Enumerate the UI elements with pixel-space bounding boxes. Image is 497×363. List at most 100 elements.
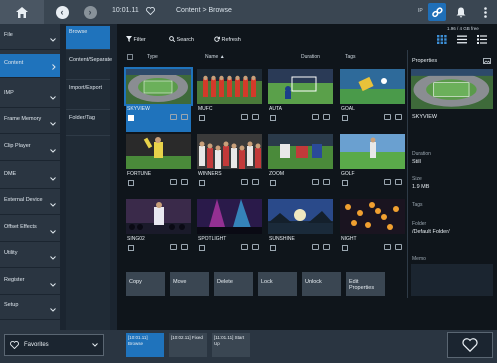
content-tile[interactable]: FORTUNE [126, 134, 191, 197]
search-button[interactable]: Search [169, 36, 194, 43]
tile-name: SKYVIEW [127, 106, 150, 112]
memo-field[interactable] [411, 264, 493, 296]
tile-thumbnail [268, 199, 333, 234]
favorites-dropdown[interactable]: Favorites [4, 334, 104, 356]
recent-page-item[interactable]: [10:02.11] Fixed [169, 333, 207, 357]
tile-checkbox[interactable] [342, 115, 348, 121]
column-type[interactable]: Type [147, 54, 158, 60]
content-tile[interactable]: SPOTLIGHT [197, 199, 262, 262]
duration-value: Still [412, 159, 421, 165]
nav-item-label: File [4, 32, 13, 38]
chevron-down-icon [50, 230, 56, 234]
column-name[interactable]: Name ▲ [205, 54, 225, 60]
detail-view-icon [477, 35, 487, 44]
nav-item-file[interactable]: File [0, 26, 60, 50]
properties-panel: Properties SKYVIEW Duration Still Size 1… [407, 50, 495, 298]
subnav-item[interactable]: Content/Separate [66, 54, 112, 80]
content-tile[interactable]: AUTA [268, 69, 333, 132]
content-tile[interactable]: MUFC [197, 69, 262, 132]
tile-checkbox[interactable] [128, 245, 134, 251]
sort-ascending-icon: ▲ [219, 54, 225, 60]
add-favorite-button[interactable] [447, 332, 493, 358]
content-tile[interactable]: SKYVIEW [124, 67, 193, 132]
still-image-icon [384, 244, 391, 250]
column-header-row: Type Name ▲ Duration Tags [121, 52, 405, 62]
tile-checkbox[interactable] [342, 180, 348, 186]
tile-checkbox[interactable] [270, 245, 276, 251]
home-button[interactable] [0, 0, 44, 24]
lock-button[interactable]: Lock [258, 272, 297, 296]
recent-page-item[interactable]: [10:01.11] Browse [126, 333, 164, 357]
nav-item-label: Content [4, 60, 24, 66]
nav-item-register[interactable]: Register [0, 271, 60, 295]
nav-item-utility[interactable]: Utility [0, 244, 60, 268]
nav-item-external-device[interactable]: External Device [0, 191, 60, 215]
still-image-icon [241, 244, 248, 250]
column-tags[interactable]: Tags [345, 54, 356, 60]
search-label: Search [176, 37, 194, 43]
nav-item-setup[interactable]: Setup [0, 296, 60, 320]
more-icon [483, 6, 487, 18]
folder-value: /Default Folder/ [412, 229, 450, 235]
home-icon [16, 6, 28, 18]
filter-button[interactable]: Filter [126, 36, 146, 43]
tile-checkbox[interactable] [342, 245, 348, 251]
subnav-item[interactable]: Import/Export [66, 82, 110, 110]
tile-name: MUFC [198, 106, 213, 112]
content-tile[interactable]: GOLF [340, 134, 405, 197]
nav-item-label: Clip Player [4, 143, 31, 149]
nav-item-offset-effects[interactable]: Offset Effects [0, 218, 60, 242]
size-value: 1.9 MB [412, 184, 430, 190]
tile-checkbox[interactable] [270, 180, 276, 186]
move-button[interactable]: Move [170, 272, 209, 296]
tile-checkbox[interactable] [199, 245, 205, 251]
column-duration[interactable]: Duration [301, 54, 320, 60]
tile-checkbox[interactable] [199, 180, 205, 186]
tile-checkbox[interactable] [199, 115, 205, 121]
list-view-button[interactable] [457, 35, 469, 45]
grid-view-button[interactable] [437, 35, 449, 45]
unlock-button[interactable]: Unlock [302, 272, 341, 296]
content-tile[interactable]: WINNERS [197, 134, 262, 197]
copy-button[interactable]: Copy [126, 272, 165, 296]
bottom-bar: Favorites [10:01.11] Browse [10:02.11] Fi… [0, 330, 497, 363]
back-button[interactable]: ‹ [50, 0, 74, 24]
more-button[interactable] [474, 0, 496, 24]
link-button[interactable] [428, 3, 446, 21]
tile-checkbox[interactable] [128, 180, 134, 186]
nav-item-label: Offset Effects [4, 224, 37, 230]
edit-properties-button[interactable]: Edit Properties [346, 272, 385, 296]
subnav-item[interactable]: Folder/Tag [66, 112, 110, 136]
forward-button[interactable]: › [78, 0, 102, 24]
chevron-down-icon [50, 149, 56, 153]
delete-button[interactable]: Delete [214, 272, 253, 296]
main-nav: File Content IMP Frame Memory Clip Player DME… [0, 24, 60, 330]
content-tile[interactable]: GOAL [340, 69, 405, 132]
duration-label: Duration [412, 151, 431, 157]
refresh-label: Refresh [221, 37, 241, 43]
detail-view-button[interactable] [477, 35, 489, 45]
select-all-checkbox[interactable] [127, 54, 133, 62]
tile-checkbox[interactable] [270, 115, 276, 121]
grid-view-icon [437, 35, 447, 44]
top-bar: ‹ › 10:01.11 Content > Browse IP [0, 0, 497, 24]
recent-page-item[interactable]: [11:01.11] Start Up [212, 333, 250, 357]
content-tile[interactable]: ZOOM [268, 134, 333, 197]
nav-item-dme[interactable]: DME [0, 165, 60, 189]
properties-title: Properties [412, 58, 438, 64]
refresh-button[interactable]: Refresh [214, 36, 241, 43]
heart-icon [462, 338, 478, 352]
content-tile[interactable]: SUNSHINE [268, 199, 333, 262]
tile-checkbox[interactable] [128, 115, 134, 121]
still-image-icon [312, 114, 319, 120]
content-tile[interactable]: SING02 [126, 199, 191, 262]
nav-item-content[interactable]: Content [0, 54, 60, 78]
nav-item-imp[interactable]: IMP [0, 84, 60, 108]
subnav-item[interactable]: Browse [66, 26, 110, 50]
notifications-button[interactable] [450, 0, 472, 24]
heart-icon[interactable] [146, 7, 155, 15]
tile-thumbnail [197, 199, 262, 234]
nav-item-clip-player[interactable]: Clip Player [0, 137, 60, 161]
content-tile[interactable]: NIGHT [340, 199, 405, 262]
nav-item-frame-memory[interactable]: Frame Memory [0, 110, 60, 134]
